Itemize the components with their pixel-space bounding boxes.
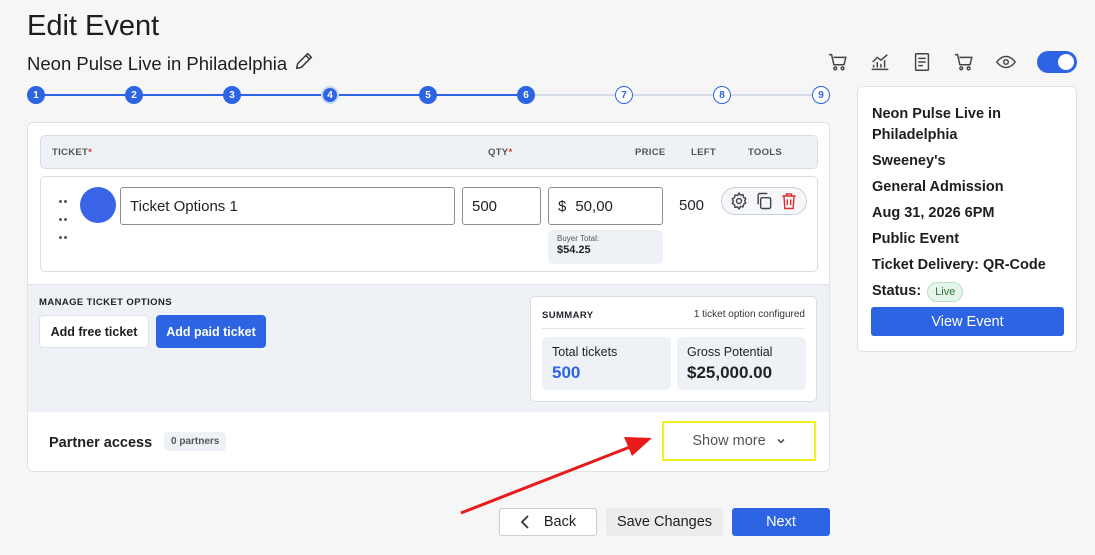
view-event-button[interactable]: View Event [871, 307, 1064, 336]
ticket-color-swatch[interactable] [80, 187, 116, 223]
step-5[interactable]: 5 [419, 86, 437, 104]
header-price: PRICE [635, 147, 666, 158]
back-label: Back [543, 514, 577, 530]
add-paid-ticket-button[interactable]: Add paid ticket [156, 315, 266, 348]
step-1[interactable]: 1 [27, 86, 45, 104]
ticket-qty-input[interactable]: 500 [462, 187, 541, 225]
gross-potential-label: Gross Potential [687, 345, 773, 359]
partner-access: Partner access 0 partners Show more [28, 412, 829, 471]
toolbar [817, 50, 1077, 74]
total-tickets-value: 500 [552, 363, 581, 382]
step-7[interactable]: 7 [615, 86, 633, 104]
step-4[interactable]: 4 [321, 86, 339, 104]
step-6[interactable]: 6 [517, 86, 535, 104]
save-changes-button[interactable]: Save Changes [606, 508, 723, 536]
chevron-left-icon [520, 515, 529, 529]
summary-note: 1 ticket option configured [693, 309, 805, 320]
header-ticket: TICKET* [52, 147, 93, 158]
manage-ticket-options: MANAGE TICKET OPTIONS Add free ticket Ad… [28, 284, 829, 412]
step-2[interactable]: 2 [125, 86, 143, 104]
table-row: Ticket Options 1 500 $ 50,00 Buyer Total… [40, 176, 818, 272]
summary-panel: SUMMARY 1 ticket option configured Total… [530, 296, 817, 402]
clipboard-icon[interactable] [901, 50, 943, 74]
cart-icon[interactable] [943, 50, 985, 74]
copy-icon[interactable] [754, 191, 774, 211]
drag-handle-icon[interactable] [58, 191, 70, 245]
info-event-name: Neon Pulse Live in Philadelphia [872, 106, 1001, 143]
buyer-total-label: Buyer Total: [557, 234, 600, 243]
step-9[interactable]: 9 [812, 86, 830, 104]
page-title: Edit Event [27, 10, 160, 42]
ticket-price-input[interactable]: $ 50,00 [548, 187, 663, 225]
info-status: Status: Live [872, 281, 1062, 302]
buyer-total: Buyer Total: $54.25 [548, 230, 663, 264]
gross-potential-stat: Gross Potential $25,000.00 [677, 337, 806, 390]
stepper-line-todo [526, 94, 821, 96]
gross-potential-value: $25,000.00 [687, 363, 773, 382]
price-value: 50,00 [575, 197, 613, 215]
next-button[interactable]: Next [732, 508, 830, 536]
show-more-button[interactable]: Show more [662, 421, 816, 461]
publish-toggle[interactable] [1037, 51, 1077, 73]
row-tools [721, 187, 807, 215]
back-button[interactable]: Back [499, 508, 597, 536]
table-header: TICKET* QTY* PRICE LEFT TOOLS [40, 135, 818, 169]
stepper-line-done [36, 94, 526, 96]
info-date: Aug 31, 2026 6PM [872, 205, 995, 221]
manage-title: MANAGE TICKET OPTIONS [39, 297, 172, 308]
trash-icon[interactable] [779, 191, 799, 211]
info-visibility: Public Event [872, 231, 960, 247]
summary-divider [542, 328, 805, 329]
status-label: Status: [872, 283, 922, 299]
header-tools: TOOLS [748, 147, 783, 158]
show-more-label: Show more [692, 433, 766, 449]
currency-symbol: $ [558, 197, 567, 215]
total-tickets-stat: Total tickets 500 [542, 337, 671, 390]
progress-stepper: 1 2 3 4 5 6 7 8 9 [27, 86, 830, 104]
add-free-ticket-button[interactable]: Add free ticket [39, 315, 149, 348]
event-info-panel: Neon Pulse Live in Philadelphia Sweeney'… [857, 86, 1077, 352]
total-tickets-label: Total tickets [552, 345, 618, 359]
event-name: Neon Pulse Live in Philadelphia [27, 50, 315, 77]
summary-title: SUMMARY [542, 310, 594, 321]
chevron-down-icon [777, 438, 785, 444]
info-admission: General Admission [872, 179, 1004, 195]
header-qty: QTY* [488, 147, 513, 158]
header-left: LEFT [691, 147, 716, 158]
gear-icon[interactable] [729, 191, 749, 211]
buyer-total-value: $54.25 [557, 244, 591, 256]
event-name-text: Neon Pulse Live in Philadelphia [27, 52, 288, 74]
eye-icon[interactable] [985, 50, 1027, 74]
step-3[interactable]: 3 [223, 86, 241, 104]
ticket-name-input[interactable]: Ticket Options 1 [120, 187, 455, 225]
status-badge: Live [927, 281, 964, 302]
partner-count-badge: 0 partners [164, 432, 227, 451]
ticket-card: TICKET* QTY* PRICE LEFT TOOLS Ticket Opt… [27, 122, 830, 472]
pencil-icon[interactable] [293, 50, 315, 77]
chart-icon[interactable] [859, 50, 901, 74]
info-venue: Sweeney's [872, 153, 946, 169]
cart-icon[interactable] [817, 50, 859, 74]
partner-access-label: Partner access [49, 435, 153, 451]
tickets-left: 500 [679, 197, 705, 214]
step-8[interactable]: 8 [713, 86, 731, 104]
info-delivery: Ticket Delivery: QR-Code [872, 257, 1046, 273]
